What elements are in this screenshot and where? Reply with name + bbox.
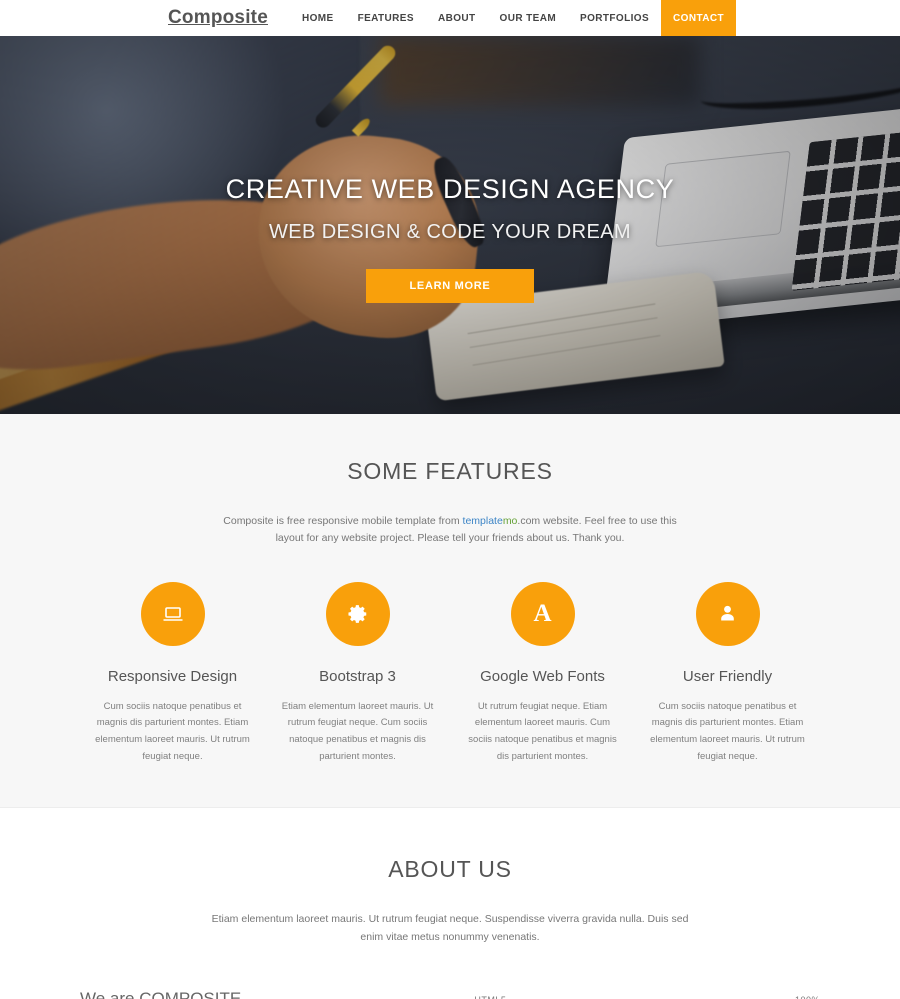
nav-item: OUR TEAM	[488, 0, 569, 36]
feature-card: A Google Web Fonts Ut rutrum feugiat neque…	[450, 581, 635, 766]
skill-percent: 100%	[795, 995, 820, 999]
nav-item: PORTFOLIOS	[568, 0, 661, 36]
skills-column: HTML5100%CSS3100%PHOTOSHOP80%JQUERY90%	[474, 989, 820, 999]
feature-title: Bootstrap 3	[319, 667, 396, 685]
nav-link-contact[interactable]: CONTACT	[661, 0, 736, 36]
feature-description: Ut rutrum feugiat neque. Etiam elementum…	[468, 700, 617, 762]
features-lead: Composite is free responsive mobile temp…	[220, 513, 680, 548]
features-lead-before: Composite is free responsive mobile temp…	[223, 515, 463, 527]
feature-title: Responsive Design	[107, 667, 238, 685]
about-text-column: We are COMPOSITE WEB DESIGN & DEVELOPMEN…	[80, 989, 454, 999]
templatemo-link[interactable]: templatemo	[463, 515, 518, 527]
feature-description: Cum sociis natoque penatibus et magnis d…	[650, 700, 805, 762]
hero-title: CREATIVE WEB DESIGN AGENCY	[225, 174, 675, 204]
nav-item: HOME	[290, 0, 346, 36]
nav-link-features[interactable]: FEATURES	[346, 0, 426, 36]
page-root: Composite HOME FEATURES ABOUT OUR TEAM PORTF…	[0, 0, 900, 999]
learn-more-button[interactable]: LEARN MORE	[365, 269, 535, 303]
font-a-icon: A	[510, 581, 575, 646]
feature-card: User Friendly Cum sociis natoque penatibu…	[635, 581, 820, 766]
nav-link-about[interactable]: ABOUT	[426, 0, 488, 36]
about-title: ABOUT US	[388, 856, 512, 883]
templatemo-link-green: mo	[502, 515, 518, 527]
about-content-row: We are COMPOSITE WEB DESIGN & DEVELOPMEN…	[80, 989, 820, 999]
nav-menu: HOME FEATURES ABOUT OUR TEAM PORTFOLIOS CONTA…	[290, 0, 736, 36]
feature-card: Responsive Design Cum sociis natoque pena…	[80, 581, 265, 766]
skill-label: HTML5	[474, 995, 506, 999]
about-lead: Etiam elementum laoreet mauris. Ut rutru…	[211, 913, 689, 943]
features-title: SOME FEATURES	[347, 458, 553, 484]
laptop-icon	[140, 581, 205, 646]
hero-caption: CREATIVE WEB DESIGN AGENCY WEB DESIGN & …	[0, 174, 900, 303]
gear-icon	[325, 581, 390, 646]
nav-item: CONTACT	[661, 0, 736, 36]
feature-card: Bootstrap 3 Etiam elementum laoreet mauri…	[265, 581, 450, 766]
about-heading: We are COMPOSITE	[80, 988, 242, 999]
features-section: SOME FEATURES Composite is free responsi…	[0, 414, 900, 809]
user-icon	[695, 581, 760, 646]
skill-bar: HTML5 100%	[474, 995, 820, 999]
feature-title: Google Web Fonts	[480, 667, 605, 685]
templatemo-link-blue: template	[462, 515, 503, 527]
nav-item: ABOUT	[426, 0, 488, 36]
feature-title: User Friendly	[682, 667, 773, 685]
nav-link-our-team[interactable]: OUR TEAM	[488, 0, 569, 36]
nav-link-portfolios[interactable]: PORTFOLIOS	[568, 0, 661, 36]
about-section: ABOUT US Etiam elementum laoreet mauris.…	[0, 808, 900, 999]
brand-logo[interactable]: Composite	[168, 0, 268, 36]
skill-header: HTML5 100%	[474, 995, 820, 999]
main-navbar: Composite HOME FEATURES ABOUT OUR TEAM PORTF…	[0, 0, 900, 36]
hero-subtitle: WEB DESIGN & CODE YOUR DREAM	[269, 221, 631, 243]
feature-description: Cum sociis natoque penatibus et magnis d…	[95, 700, 250, 762]
feature-description: Etiam elementum laoreet mauris. Ut rutru…	[281, 700, 434, 762]
nav-link-home[interactable]: HOME	[290, 0, 346, 36]
features-grid: Responsive Design Cum sociis natoque pena…	[80, 581, 820, 766]
nav-item: FEATURES	[346, 0, 426, 36]
hero-section: CREATIVE WEB DESIGN AGENCY WEB DESIGN & …	[0, 36, 900, 414]
